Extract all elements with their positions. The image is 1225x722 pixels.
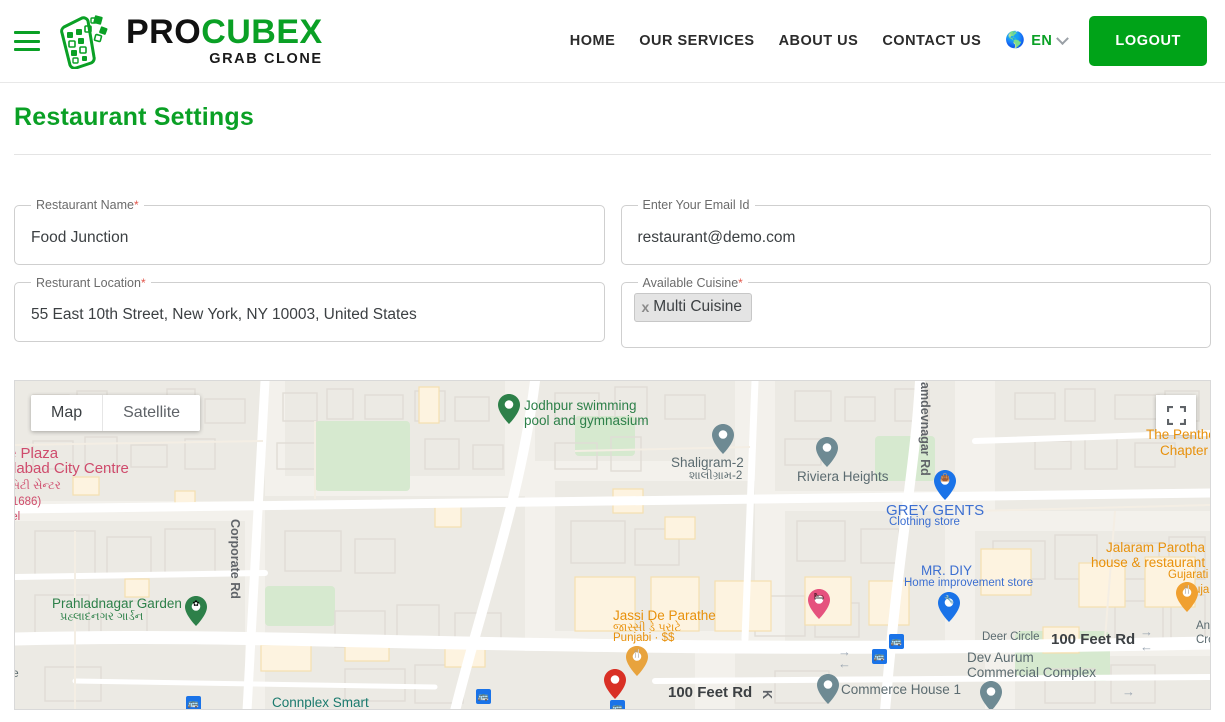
cuisine-label: Available Cuisine* [638, 277, 748, 290]
bus-stop-icon[interactable]: 🚌 [889, 634, 904, 649]
field-cuisine: Available Cuisine* x Multi Cuisine [621, 277, 1212, 349]
cuisine-chip-label: Multi Cuisine [653, 298, 742, 316]
required-asterisk: * [141, 276, 146, 290]
page-title: Restaurant Settings [0, 83, 1225, 132]
map-type-map-button[interactable]: Map [31, 395, 103, 431]
cuisine-chip[interactable]: x Multi Cuisine [634, 293, 753, 322]
restaurant-settings-form: Restaurant Name* Food Junction Enter You… [0, 155, 1225, 348]
brand-logo[interactable]: PROCUBEX GRAB CLONE [54, 13, 323, 69]
chevron-down-icon [1057, 32, 1070, 45]
nav-link-about-us[interactable]: ABOUT US [767, 25, 871, 57]
location-box: Resturant Location* 55 East 10th Street,… [14, 277, 605, 343]
language-selector[interactable]: 🌎 EN [993, 25, 1073, 57]
site-header: PROCUBEX GRAB CLONE HOME OUR SERVICES AB… [0, 0, 1225, 83]
remove-chip-icon[interactable]: x [642, 299, 650, 315]
restaurant-name-box: Restaurant Name* Food Junction [14, 199, 605, 265]
location-input[interactable]: 55 East 10th Street, New York, NY 10003,… [27, 289, 592, 341]
bus-stop-icon[interactable]: 🚌 [476, 689, 491, 704]
bus-stop-icon[interactable]: 🚌 [610, 700, 625, 710]
brand-name-pro: PRO [126, 13, 201, 51]
field-email: Enter Your Email Id restaurant@demo.com [621, 199, 1212, 265]
park-marker-jodhpur-icon[interactable] [498, 394, 520, 424]
form-row-1: Restaurant Name* Food Junction Enter You… [14, 199, 1211, 265]
map-type-controls[interactable]: Map Satellite [31, 395, 200, 431]
location-label: Resturant Location* [31, 277, 151, 290]
poi-marker-commerce-house-icon[interactable] [817, 674, 839, 704]
shop-marker-mr-diy-icon[interactable]: 🔧 [938, 592, 960, 622]
selected-location-marker-icon[interactable] [604, 669, 626, 699]
language-code: EN [1031, 33, 1052, 49]
cuisine-chip-area[interactable]: x Multi Cuisine [634, 289, 1199, 347]
bus-stop-icon[interactable]: 🚌 [872, 649, 887, 664]
procubex-tiles-icon [54, 13, 116, 69]
logout-button[interactable]: LOGOUT [1089, 16, 1207, 66]
restaurant-marker-jalaram-icon[interactable]: 🍴 [1176, 582, 1198, 612]
nav-link-contact-us[interactable]: CONTACT US [870, 25, 993, 57]
poi-marker-dev-aurum-icon[interactable] [980, 681, 1002, 710]
fullscreen-glyph [1167, 406, 1186, 425]
shop-marker-grey-gents-icon[interactable]: 👜 [934, 470, 956, 500]
location-map[interactable]: Map Satellite e Plazadabad City Centreસિ… [14, 380, 1211, 710]
nav-link-home[interactable]: HOME [558, 25, 628, 57]
main-navigation: HOME OUR SERVICES ABOUT US CONTACT US 🌎 … [558, 16, 1207, 66]
fullscreen-icon[interactable] [1156, 395, 1196, 435]
brand-name-cubex: CUBEX [201, 13, 323, 51]
park-marker-prahladnagar-icon[interactable]: ✿ [185, 596, 207, 626]
email-box: Enter Your Email Id restaurant@demo.com [621, 199, 1212, 265]
form-row-2: Resturant Location* 55 East 10th Street,… [14, 277, 1211, 349]
email-input[interactable]: restaurant@demo.com [634, 212, 1199, 264]
nav-link-our-services[interactable]: OUR SERVICES [627, 25, 766, 57]
hotel-marker-icon[interactable]: 🛏 [808, 589, 830, 619]
required-asterisk: * [738, 276, 743, 290]
hamburger-icon[interactable] [14, 31, 40, 51]
map-type-satellite-button[interactable]: Satellite [103, 395, 200, 431]
email-label: Enter Your Email Id [638, 199, 755, 212]
restaurant-marker-jassi-icon[interactable]: 🍴 [626, 646, 648, 676]
restaurant-name-input[interactable]: Food Junction [27, 212, 592, 264]
poi-marker-riviera-icon[interactable] [816, 437, 838, 467]
cuisine-box: Available Cuisine* x Multi Cuisine [621, 277, 1212, 349]
field-restaurant-name: Restaurant Name* Food Junction [14, 199, 605, 265]
field-location: Resturant Location* 55 East 10th Street,… [14, 277, 605, 349]
bus-stop-icon[interactable]: 🚌 [186, 696, 201, 710]
brand-subtitle: GRAB CLONE [126, 52, 323, 67]
required-asterisk: * [134, 198, 139, 212]
restaurant-name-label: Restaurant Name* [31, 199, 144, 212]
poi-marker-shaligram-icon[interactable] [712, 424, 734, 454]
globe-icon: 🌎 [1005, 33, 1025, 49]
